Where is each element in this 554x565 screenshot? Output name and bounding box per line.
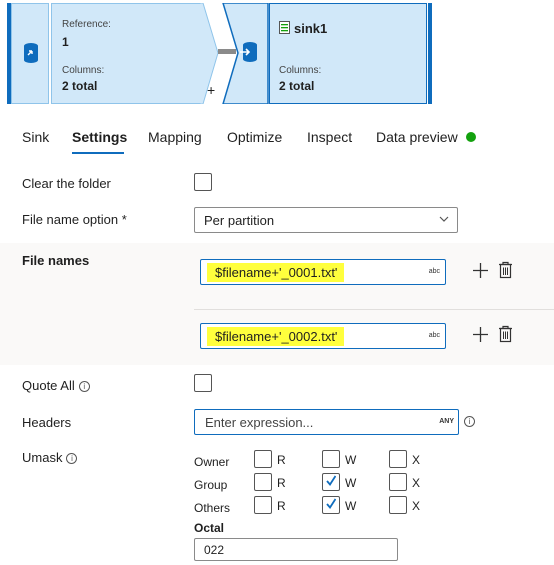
umask-label: Umask i (22, 450, 78, 465)
source-node-icon-box[interactable] (11, 3, 49, 104)
sink-dataset-icon (240, 42, 257, 62)
tab-mapping[interactable]: Mapping (148, 129, 202, 145)
source-dataset-icon (24, 43, 38, 63)
octal-value: 022 (204, 543, 225, 557)
others-read-checkbox[interactable] (254, 496, 272, 514)
file-name-expression-value-2: $filename+'_0002.txt' (207, 327, 345, 346)
data-preview-status-dot (466, 132, 476, 142)
trash-icon[interactable] (498, 325, 513, 343)
owner-read-checkbox[interactable] (254, 450, 272, 468)
read-letter: R (277, 453, 286, 467)
write-letter: W (345, 453, 357, 467)
quote-all-label-text: Quote All (22, 378, 75, 393)
tab-settings[interactable]: Settings (72, 129, 127, 145)
file-name-option-value: Per partition (204, 213, 275, 228)
file-name-option-dropdown[interactable]: Per partition (194, 207, 458, 233)
source-columns-label: Columns: (62, 65, 105, 76)
octal-input[interactable]: 022 (194, 538, 398, 561)
file-name-expression-input-1[interactable]: $filename+'_0001.txt' abc (200, 259, 446, 285)
headers-expression-input[interactable]: ANY (194, 409, 459, 435)
others-write-checkbox[interactable] (322, 496, 340, 514)
headers-input-field[interactable] (205, 415, 425, 430)
read-letter: R (277, 476, 286, 490)
file-name-expression-input-2[interactable]: $filename+'_0002.txt' abc (200, 323, 446, 349)
quote-all-checkbox[interactable] (194, 374, 212, 392)
add-transformation-button[interactable]: + (207, 82, 215, 98)
write-letter: W (345, 476, 357, 490)
execute-letter: X (412, 499, 421, 513)
expression-type-badge-2: abc (428, 332, 440, 339)
owner-write-checkbox[interactable] (322, 450, 340, 468)
source-reference-label: Reference: (62, 19, 111, 30)
clear-folder-checkbox[interactable] (194, 173, 212, 191)
umask-row-owner-label: Owner (194, 455, 230, 469)
add-icon[interactable] (472, 262, 489, 279)
sink-node-accent-bar (428, 3, 432, 104)
info-icon[interactable]: i (464, 416, 475, 427)
sink-columns-label: Columns: (279, 65, 322, 76)
chevron-down-icon (439, 216, 449, 222)
read-letter: R (277, 499, 286, 513)
octal-label: Octal (194, 521, 225, 535)
clear-folder-label: Clear the folder (22, 176, 111, 191)
sink-node[interactable]: sink1 Columns: 2 total (269, 3, 427, 104)
tab-optimize[interactable]: Optimize (227, 129, 282, 145)
add-icon[interactable] (472, 326, 489, 343)
sink-file-icon (279, 21, 290, 34)
trash-icon[interactable] (498, 261, 513, 279)
umask-label-text: Umask (22, 450, 63, 465)
sink-title: sink1 (294, 21, 328, 36)
info-icon[interactable]: i (66, 453, 78, 464)
owner-execute-checkbox[interactable] (389, 450, 407, 468)
group-write-checkbox[interactable] (322, 473, 340, 491)
headers-type-badge: ANY (439, 418, 454, 425)
expression-type-badge-1: abc (428, 268, 440, 275)
file-name-option-label: File name option * (22, 212, 127, 227)
file-name-expression-value-1: $filename+'_0001.txt' (207, 263, 345, 282)
tab-sink[interactable]: Sink (22, 129, 49, 145)
tab-inspect[interactable]: Inspect (307, 129, 352, 145)
execute-letter: X (412, 476, 421, 490)
info-icon[interactable]: i (78, 381, 90, 392)
others-execute-checkbox[interactable] (389, 496, 407, 514)
umask-row-group-label: Group (194, 478, 228, 492)
sink-columns-value: 2 total (279, 79, 315, 93)
umask-row-others-label: Others (194, 501, 231, 515)
source-reference-value: 1 (62, 35, 69, 49)
group-read-checkbox[interactable] (254, 473, 272, 491)
tab-data-preview[interactable]: Data preview (376, 129, 458, 145)
checkmark-icon (326, 475, 336, 487)
file-names-separator (194, 309, 554, 310)
group-execute-checkbox[interactable] (389, 473, 407, 491)
file-names-label: File names (22, 253, 90, 268)
source-node[interactable]: Reference: 1 Columns: 2 total (51, 3, 203, 104)
checkmark-icon (326, 498, 336, 510)
data-flow-canvas: Reference: 1 Columns: 2 total + sink1 Co… (0, 0, 554, 108)
source-columns-value: 2 total (62, 79, 98, 93)
headers-label: Headers (22, 415, 72, 430)
execute-letter: X (412, 453, 421, 467)
write-letter: W (345, 499, 357, 513)
active-tab-indicator (72, 152, 124, 154)
quote-all-label: Quote All i (22, 378, 90, 393)
